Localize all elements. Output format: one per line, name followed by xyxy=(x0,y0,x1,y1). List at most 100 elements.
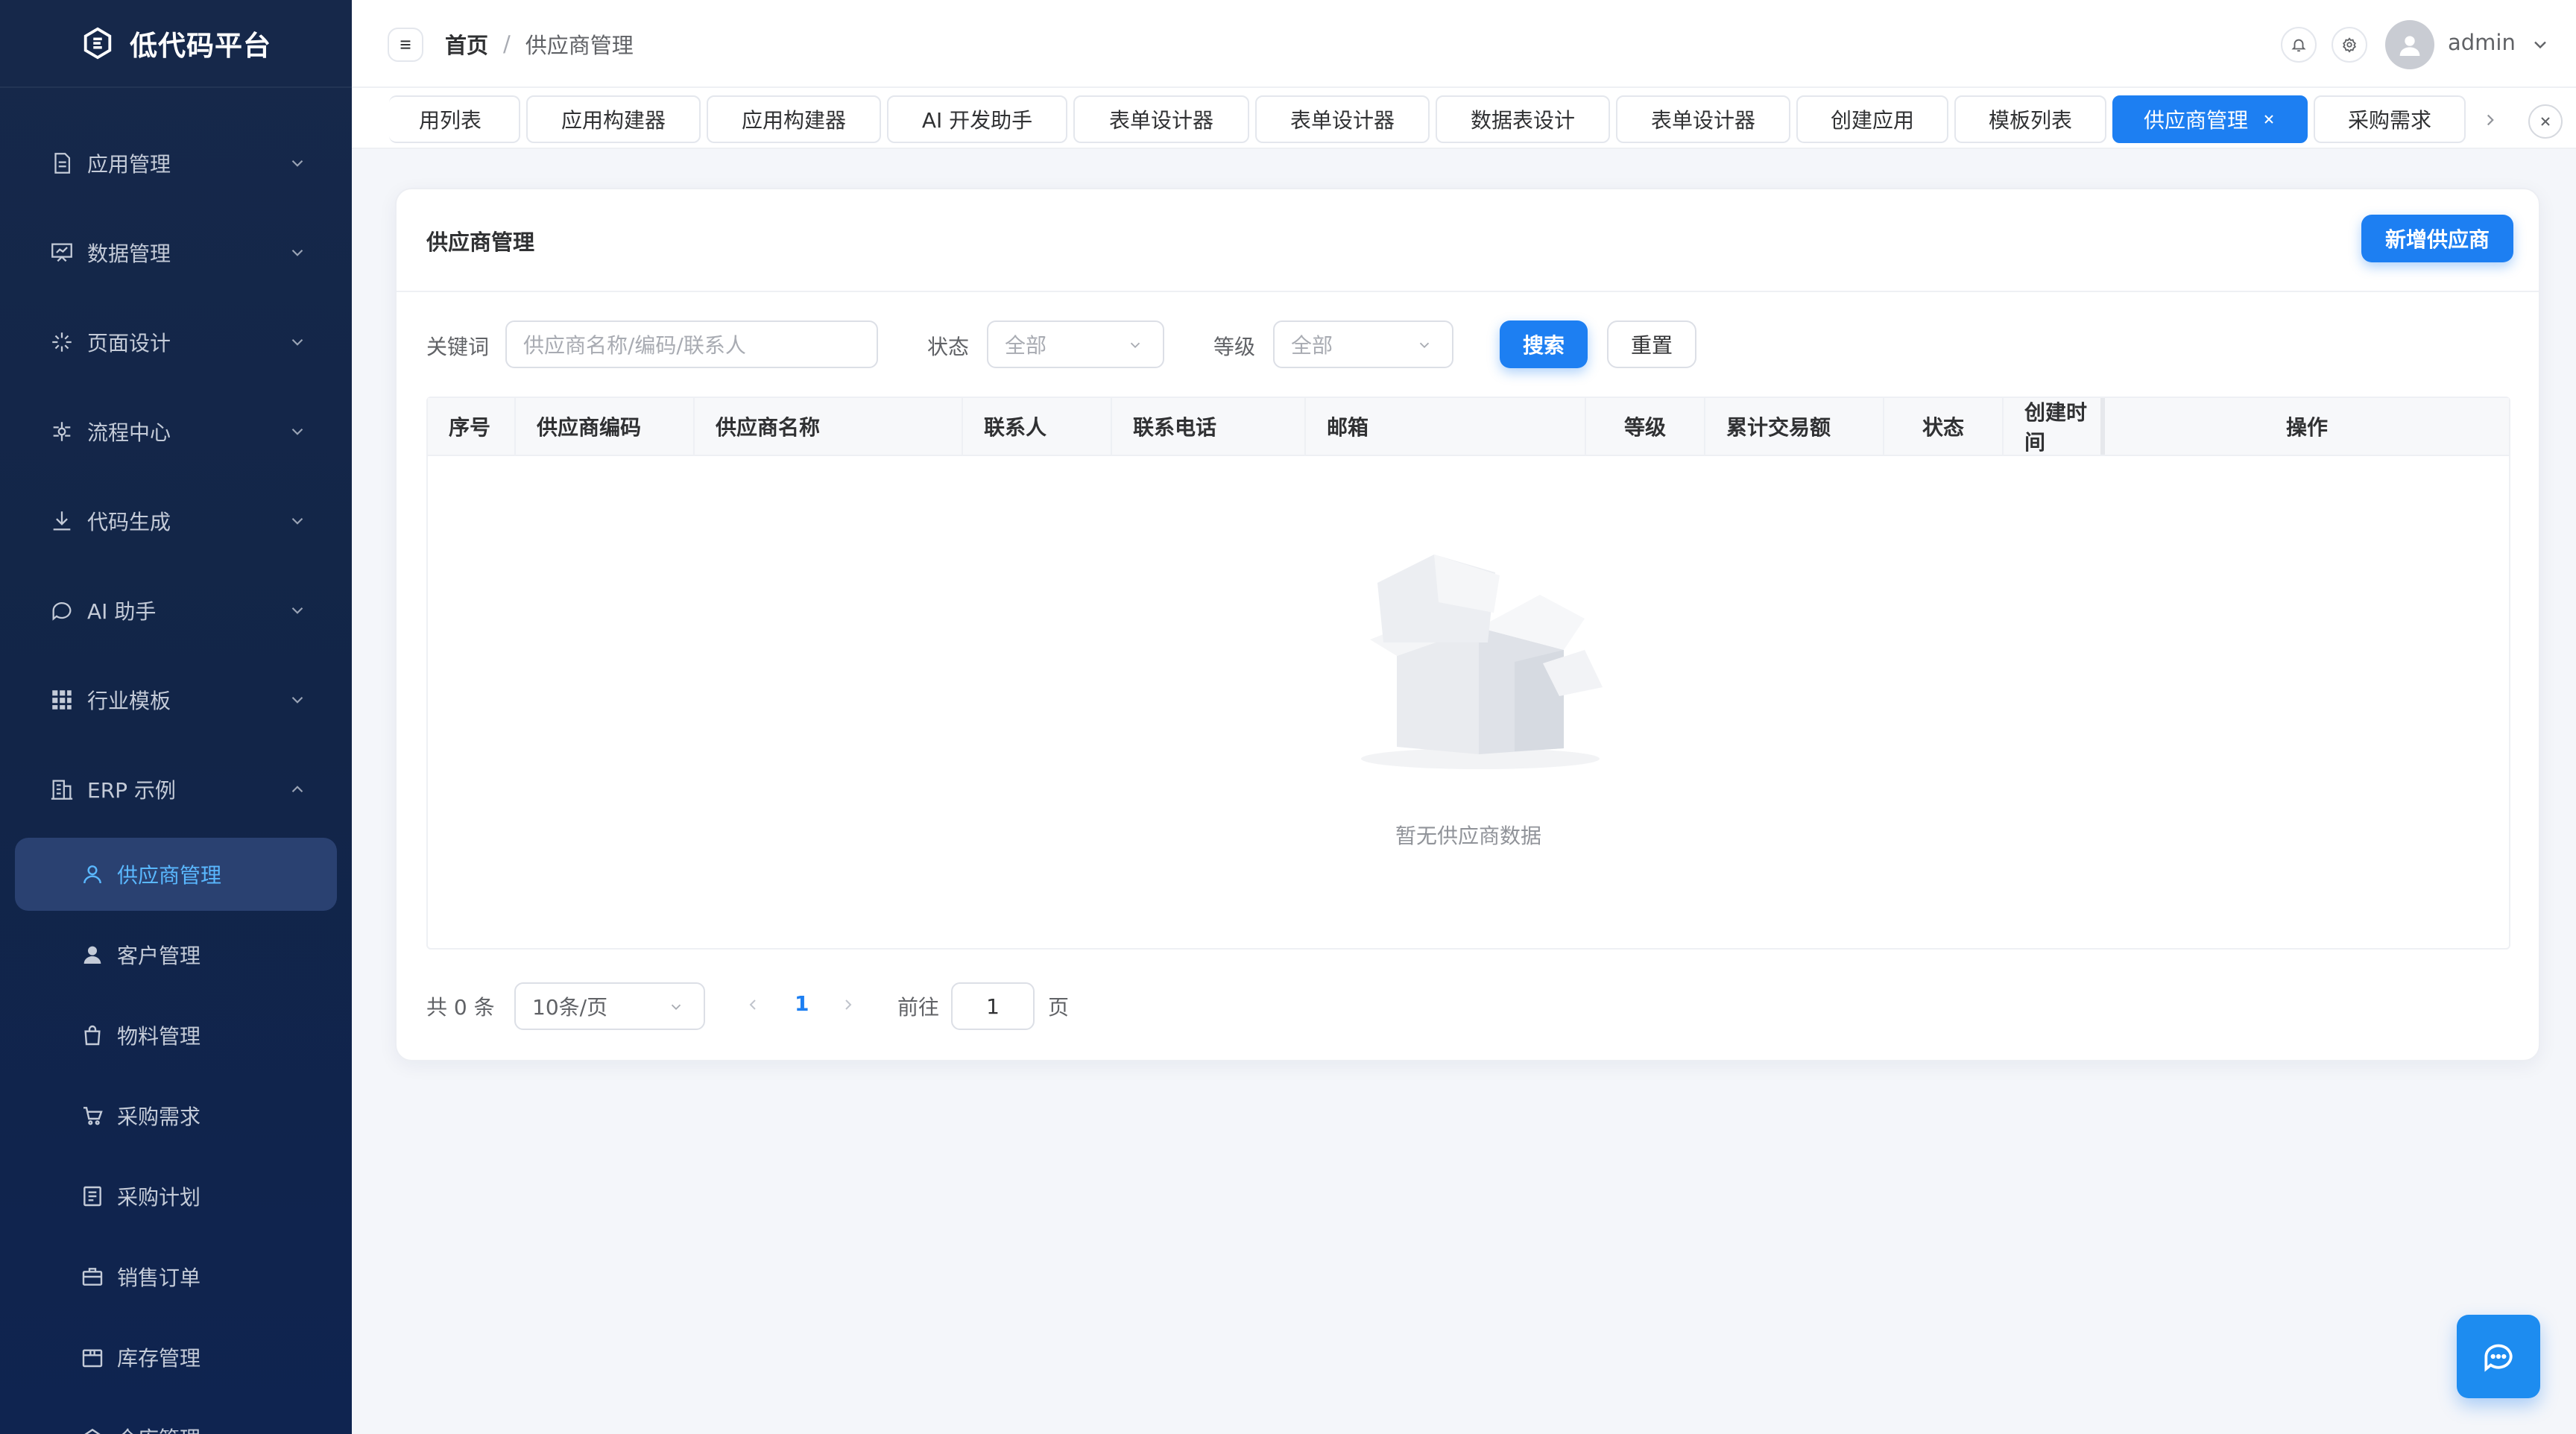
tab-label: 表单设计器 xyxy=(1289,108,1395,133)
tab-data-table-design[interactable]: 数据表设计 xyxy=(1436,95,1610,143)
notification-button[interactable] xyxy=(2281,27,2317,63)
menu-label: 页面设计 xyxy=(87,331,171,356)
menu-app-management[interactable]: 应用管理 xyxy=(0,130,352,197)
grid-icon xyxy=(52,690,72,710)
tab-create-app[interactable]: 创建应用 xyxy=(1796,95,1948,143)
status-label: 状态 xyxy=(927,335,970,359)
chevron-down-icon xyxy=(291,428,303,435)
tab-form-designer-1[interactable]: 表单设计器 xyxy=(1073,95,1249,143)
menu-erp-example[interactable]: ERP 示例 xyxy=(0,756,352,823)
empty-box-illustration xyxy=(1361,555,1603,769)
status-value: 全部 xyxy=(1005,333,1047,358)
chevron-right-icon[interactable] xyxy=(2481,110,2500,130)
settings-button[interactable] xyxy=(2332,27,2367,63)
keyword-label: 关键词 xyxy=(426,335,490,359)
tab-form-designer-3[interactable]: 表单设计器 xyxy=(1616,95,1790,143)
menu-process-center[interactable]: 流程中心 xyxy=(0,398,352,465)
tab-purchase-demand[interactable]: 采购需求 xyxy=(2314,95,2466,143)
tab-label: AI 开发助手 xyxy=(921,108,1033,133)
column-header: 状态 xyxy=(1884,398,2004,455)
submenu-sales-order[interactable]: 销售订单 xyxy=(15,1240,337,1313)
menu-data-management[interactable]: 数据管理 xyxy=(0,219,352,286)
tab-label: 应用构建器 xyxy=(561,108,666,133)
floating-chat-button[interactable] xyxy=(2457,1315,2540,1398)
submenu-supplier-management[interactable]: 供应商管理 xyxy=(15,838,337,911)
page-number-current[interactable]: 1 xyxy=(795,991,809,1016)
close-icon xyxy=(2541,117,2550,126)
breadcrumb-home[interactable]: 首页 xyxy=(445,28,488,60)
bell-icon xyxy=(2291,39,2306,52)
chat-icon xyxy=(52,602,72,621)
username[interactable]: admin xyxy=(2448,30,2516,55)
submenu-warehouse-management[interactable]: 仓库管理 xyxy=(15,1401,337,1434)
tab-app-list[interactable]: 用列表 xyxy=(389,95,520,143)
chevron-right-icon[interactable] xyxy=(839,996,857,1014)
add-supplier-button[interactable]: 新增供应商 xyxy=(2361,215,2513,262)
submenu-inventory-management[interactable]: 库存管理 xyxy=(15,1321,337,1394)
tab-label: 用列表 xyxy=(418,108,482,133)
level-value: 全部 xyxy=(1291,333,1333,358)
submenu-label: 销售订单 xyxy=(117,1266,201,1290)
tab-label: 表单设计器 xyxy=(1650,108,1755,133)
tab-app-builder-1[interactable]: 应用构建器 xyxy=(526,95,701,143)
close-all-tabs-button[interactable] xyxy=(2528,104,2563,139)
submenu-purchase-plan[interactable]: 采购计划 xyxy=(15,1160,337,1233)
column-header: 创建时间 xyxy=(2004,398,2105,455)
sparkle-icon xyxy=(52,332,72,352)
box-icon xyxy=(82,1349,103,1368)
page-size-select[interactable]: 10条/页 xyxy=(514,982,705,1030)
bag-icon xyxy=(84,1025,101,1046)
page-size-value: 10条/页 xyxy=(532,995,608,1020)
collapse-sidebar-button[interactable] xyxy=(388,28,423,62)
column-header: 联系电话 xyxy=(1112,398,1306,455)
keyword-input[interactable]: 供应商名称/编码/联系人 xyxy=(505,320,878,368)
briefcase-icon xyxy=(82,1268,103,1286)
column-header: 序号 xyxy=(428,398,516,455)
goto-page-value: 1 xyxy=(986,994,1000,1019)
submenu-customer-management[interactable]: 客户管理 xyxy=(15,918,337,991)
menu-label: ERP 示例 xyxy=(87,778,176,803)
tab-form-designer-2[interactable]: 表单设计器 xyxy=(1255,95,1430,143)
menu-ai-assistant[interactable]: AI 助手 xyxy=(0,577,352,644)
submenu-label: 供应商管理 xyxy=(117,863,222,888)
menu-code-generation[interactable]: 代码生成 xyxy=(0,487,352,555)
level-select[interactable]: 全部 xyxy=(1273,320,1453,368)
tab-label: 采购需求 xyxy=(2347,108,2431,133)
top-header: 首页 / 供应商管理 admin xyxy=(352,0,2576,88)
submenu-purchase-demand[interactable]: 采购需求 xyxy=(15,1079,337,1152)
download-icon xyxy=(53,511,71,531)
close-icon[interactable] xyxy=(2261,112,2276,127)
tab-app-builder-2[interactable]: 应用构建器 xyxy=(707,95,881,143)
submenu-label: 采购计划 xyxy=(117,1185,201,1210)
building-icon xyxy=(51,780,73,800)
cart-icon xyxy=(83,1107,103,1125)
supplier-card: 供应商管理 新增供应商 关键词 供应商名称/编码/联系人 状态 全部 等级 全部… xyxy=(395,188,2540,1061)
reset-button[interactable]: 重置 xyxy=(1607,320,1696,368)
submenu-material-management[interactable]: 物料管理 xyxy=(15,999,337,1072)
breadcrumb-current: 供应商管理 xyxy=(525,33,634,58)
chevron-down-icon xyxy=(291,607,303,614)
goto-page-input[interactable]: 1 xyxy=(951,982,1035,1030)
chevron-down-icon[interactable] xyxy=(2530,34,2551,55)
menu-page-design[interactable]: 页面设计 xyxy=(0,309,352,376)
avatar[interactable] xyxy=(2385,20,2434,69)
tab-template-list[interactable]: 模板列表 xyxy=(1954,95,2106,143)
menu-industry-templates[interactable]: 行业模板 xyxy=(0,666,352,733)
menu-label: 应用管理 xyxy=(87,152,171,177)
column-header: 累计交易额 xyxy=(1705,398,1884,455)
tab-supplier-management[interactable]: 供应商管理 xyxy=(2112,95,2308,143)
menu-icon xyxy=(400,40,411,49)
app-logo[interactable]: 低代码平台 xyxy=(0,0,352,88)
chevron-down-icon xyxy=(291,249,303,256)
search-button[interactable]: 搜索 xyxy=(1500,320,1588,368)
menu-label: 行业模板 xyxy=(87,689,171,713)
chevron-left-icon[interactable] xyxy=(744,996,762,1014)
breadcrumb: 首页 / 供应商管理 xyxy=(445,28,634,60)
pagination-total: 共 0 条 xyxy=(426,995,495,1020)
menu-label: AI 助手 xyxy=(87,599,157,624)
chevron-down-icon xyxy=(1130,342,1140,349)
app-title: 低代码平台 xyxy=(130,30,271,62)
status-select[interactable]: 全部 xyxy=(987,320,1164,368)
tab-ai-dev-assistant[interactable]: AI 开发助手 xyxy=(887,95,1067,143)
submenu-label: 仓库管理 xyxy=(117,1423,201,1434)
